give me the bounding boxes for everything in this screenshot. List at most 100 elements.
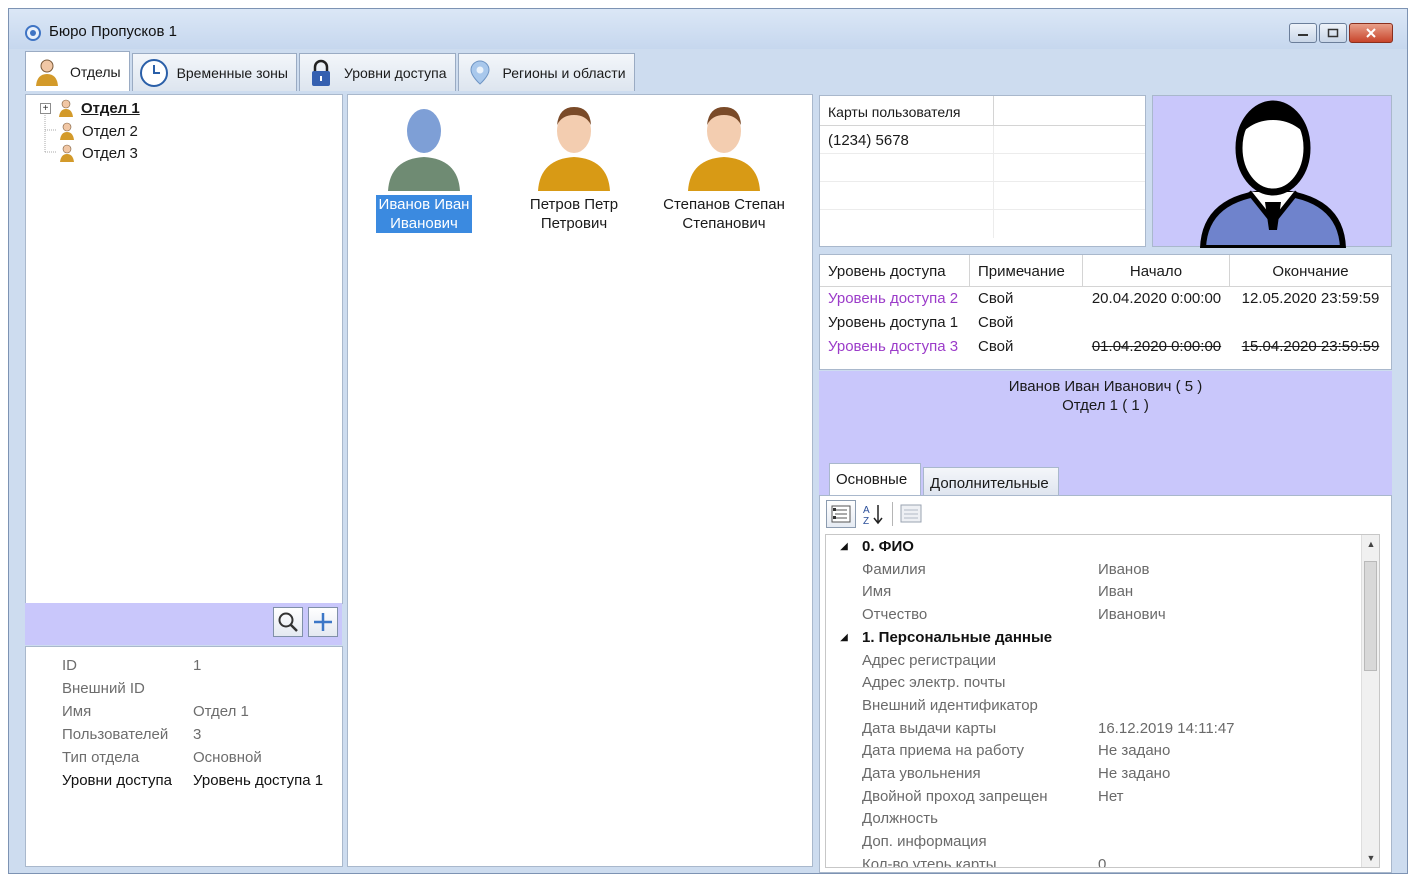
- collapse-icon[interactable]: ◢: [826, 632, 862, 643]
- column-header-start[interactable]: Начало: [1083, 255, 1230, 286]
- user-petrov[interactable]: Петров Петр Петрович: [509, 101, 639, 233]
- property-row[interactable]: Имя Иван: [826, 580, 1379, 603]
- user-stepanov[interactable]: Степанов Степан Степанович: [659, 101, 789, 233]
- sort-az-icon[interactable]: AZ: [862, 502, 886, 526]
- categorized-button[interactable]: [826, 500, 856, 528]
- property-value: Иван: [1098, 583, 1134, 601]
- scroll-up-icon[interactable]: ▲: [1362, 535, 1379, 553]
- category-row[interactable]: ◢ 0. ФИО: [826, 535, 1379, 558]
- table-row[interactable]: Уровень доступа 1 Свой: [820, 311, 1391, 335]
- collapse-icon[interactable]: ◢: [826, 541, 862, 552]
- prop-row-type: Тип отдела Основной: [62, 749, 262, 766]
- property-row[interactable]: Двойной проход запрещен Нет: [826, 785, 1379, 808]
- tab-time-zones[interactable]: Временные зоны: [131, 53, 297, 91]
- property-key: 0. ФИО: [862, 538, 914, 555]
- property-key: Должность: [862, 810, 938, 828]
- property-row[interactable]: Доп. информация: [826, 830, 1379, 853]
- expand-icon[interactable]: +: [40, 102, 51, 114]
- user-name: Степанов Степан Степанович: [663, 196, 785, 232]
- svg-text:Z: Z: [863, 516, 869, 526]
- property-grid[interactable]: AZ Кол-во утерь карты 0 Доп. информация Дол…: [819, 495, 1392, 873]
- vertical-scrollbar[interactable]: ▲ ▼: [1361, 535, 1379, 867]
- tree-item-dept-3[interactable]: Отдел 3: [58, 144, 138, 162]
- table-row[interactable]: Уровень доступа 3 Свой 01.04.2020 0:00:0…: [820, 335, 1391, 359]
- property-row[interactable]: Кол-во утерь карты 0: [826, 853, 1379, 868]
- property-pages-icon[interactable]: [899, 503, 923, 525]
- property-row[interactable]: Дата приема на работу Не задано: [826, 739, 1379, 762]
- property-value: 16.12.2019 14:11:47: [1098, 719, 1235, 737]
- title-bar: Бюро Пропусков 1: [9, 9, 1407, 49]
- user-cards-table[interactable]: Карты пользователя (1234) 5678: [819, 95, 1146, 247]
- property-row[interactable]: Внешний идентификатор: [826, 694, 1379, 717]
- property-value: 0: [1098, 855, 1107, 868]
- column-header-note[interactable]: Примечание: [970, 255, 1083, 286]
- cards-column-header[interactable]: Карты пользователя: [820, 96, 994, 125]
- window-title: Бюро Пропусков 1: [49, 23, 177, 40]
- property-value: Не задано: [1098, 742, 1171, 760]
- property-row[interactable]: Дата выдачи карты 16.12.2019 14:11:47: [826, 717, 1379, 740]
- column-header-level[interactable]: Уровень доступа: [820, 255, 970, 286]
- tab-departments[interactable]: Отделы: [25, 51, 130, 91]
- tree-item-dept-1[interactable]: + Отдел 1: [40, 99, 140, 117]
- department-toolbar: [25, 603, 342, 645]
- property-row[interactable]: Фамилия Иванов: [826, 558, 1379, 581]
- main-tabs: Отделы Временные зоны Уровни доступа Рег…: [25, 51, 637, 91]
- prop-row-external-id: Внешний ID: [62, 680, 145, 697]
- property-key: Отчество: [862, 606, 928, 624]
- property-row[interactable]: Адрес регистрации: [826, 649, 1379, 672]
- prop-row-name: Имя Отдел 1: [62, 703, 249, 720]
- users-panel[interactable]: Иванов Иван Иванович Петров Петр Петрович …: [347, 94, 813, 867]
- table-row[interactable]: Уровень доступа 2 Свой 20.04.2020 0:00:0…: [820, 287, 1391, 311]
- tab-main[interactable]: Основные: [829, 463, 921, 495]
- property-key: Имя: [862, 583, 892, 601]
- department-properties: ID 1 Внешний ID Имя Отдел 1 Пользователей 3…: [25, 646, 343, 867]
- property-key: Дата увольнения: [862, 765, 981, 782]
- close-icon: [1366, 28, 1376, 38]
- tab-regions[interactable]: Регионы и области: [457, 53, 635, 91]
- user-info-band: Иванов Иван Иванович ( 5 ) Отдел 1 ( 1 ): [819, 371, 1392, 465]
- scroll-thumb[interactable]: [1364, 561, 1377, 671]
- add-button[interactable]: [308, 607, 338, 637]
- property-row[interactable]: Адрес электр. почты: [826, 671, 1379, 694]
- property-key: Дата приема на работу: [862, 742, 1025, 760]
- lock-icon: [311, 59, 330, 86]
- user-photo[interactable]: [1152, 95, 1392, 251]
- property-key: 1. Персональные данные: [862, 628, 1053, 646]
- minimize-button[interactable]: [1289, 23, 1317, 43]
- clock-icon: [139, 58, 168, 87]
- prop-row-id: ID 1: [62, 657, 202, 674]
- property-grid-body[interactable]: Кол-во утерь карты 0 Доп. информация Должно…: [825, 534, 1380, 868]
- tree-item-dept-2[interactable]: Отдел 2: [58, 122, 138, 140]
- maximize-icon: [1327, 28, 1339, 38]
- property-key: Доп. информация: [862, 833, 987, 851]
- access-levels-table[interactable]: Уровень доступа Примечание Начало Оконча…: [819, 254, 1392, 370]
- property-key: Фамилия: [862, 560, 926, 578]
- plus-icon: [314, 613, 332, 631]
- department-tree[interactable]: + Отдел 1 Отдел 2 Отдел 3: [25, 94, 343, 604]
- column-header-end[interactable]: Окончание: [1230, 255, 1391, 286]
- user-name: Иванов Иван Иванович: [375, 195, 473, 233]
- property-key: Кол-во утерь карты: [862, 855, 997, 868]
- property-value: Не задано: [1098, 765, 1171, 782]
- maximize-button[interactable]: [1319, 23, 1347, 43]
- category-row[interactable]: ◢ 1. Персональные данные: [826, 626, 1379, 649]
- user-ivanov[interactable]: Иванов Иван Иванович: [359, 101, 489, 233]
- user-summary: Иванов Иван Иванович ( 5 ): [1008, 378, 1203, 395]
- property-row[interactable]: Должность: [826, 807, 1379, 830]
- property-value: Иванович: [1098, 606, 1166, 624]
- scroll-down-icon[interactable]: ▼: [1362, 849, 1379, 867]
- tab-additional[interactable]: Дополнительные: [923, 467, 1059, 495]
- person-icon: [60, 144, 74, 162]
- prop-row-users: Пользователей 3: [62, 726, 202, 743]
- close-button[interactable]: [1349, 23, 1393, 43]
- user-silhouette-icon: [1199, 100, 1347, 251]
- property-row[interactable]: Дата увольнения Не задано: [826, 762, 1379, 785]
- property-value: Нет: [1098, 787, 1124, 805]
- prop-row-access-levels[interactable]: Уровни доступа Уровень доступа 1: [62, 772, 323, 789]
- tab-access-levels[interactable]: Уровни доступа: [298, 53, 456, 91]
- card-row[interactable]: (1234) 5678: [820, 126, 1145, 154]
- map-pin-icon: [470, 59, 490, 85]
- property-row[interactable]: Отчество Иванович: [826, 603, 1379, 626]
- property-value: Иванов: [1098, 560, 1150, 578]
- search-button[interactable]: [273, 607, 303, 637]
